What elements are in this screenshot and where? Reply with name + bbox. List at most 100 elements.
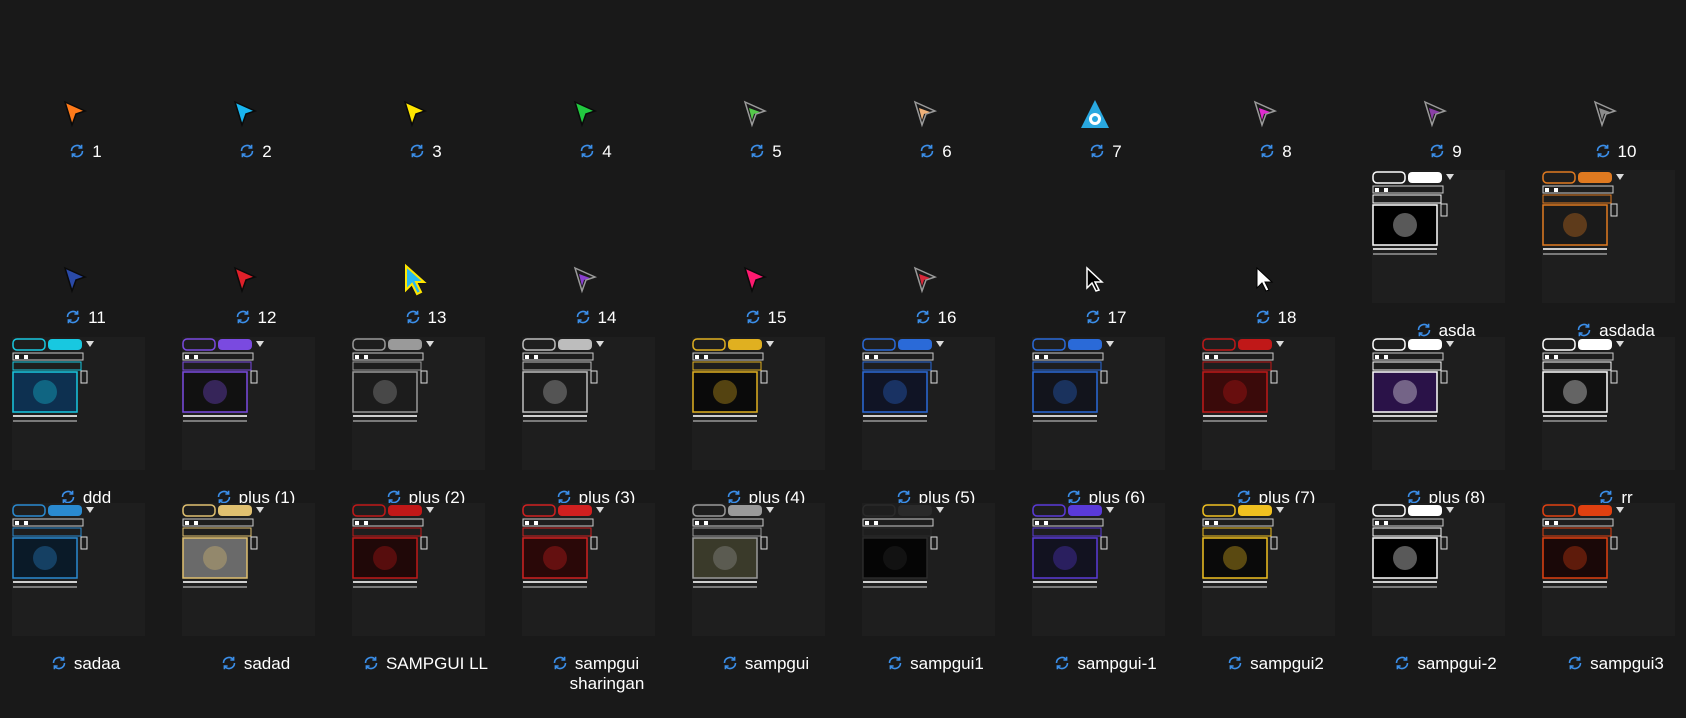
- thumbnail-frame: [352, 337, 485, 470]
- file-name-label: 5: [680, 142, 850, 162]
- file-name-label: sampgui1: [850, 654, 1020, 674]
- file-name-label: 13: [340, 308, 510, 328]
- file-name-label: sadaa: [0, 654, 170, 674]
- purple-theme-thumbnail: [182, 337, 315, 470]
- sync-pending-icon: [920, 144, 934, 158]
- file-name-label: sampgui: [680, 654, 850, 674]
- sync-pending-icon: [1396, 656, 1409, 670]
- yellow-pink-theme-thumbnail: [1202, 503, 1335, 636]
- blue-theme-thumbnail: [862, 337, 995, 470]
- file-name-label: SAMPGUI LL: [340, 654, 510, 674]
- sync-pending-icon: [364, 656, 378, 670]
- sharingan-theme-thumbnail: [522, 503, 655, 636]
- thumbnail-frame: [1542, 337, 1675, 470]
- punisher-theme-thumbnail: [1542, 337, 1675, 470]
- file-name-label: 17: [1020, 308, 1190, 328]
- thumbnail-frame: [12, 503, 145, 636]
- file-name-label: 4: [510, 142, 680, 162]
- file-name-label: 15: [680, 308, 850, 328]
- thumbnail-frame: [1372, 503, 1505, 636]
- thumbnail-frame: [522, 503, 655, 636]
- sync-pending-icon: [1228, 656, 1242, 670]
- silver-theme-thumbnail: [522, 337, 655, 470]
- file-name-label: 12: [170, 308, 340, 328]
- eye-of-sauron-thumbnail: [1372, 170, 1505, 303]
- white-arrow-cursor-icon: [1256, 266, 1274, 292]
- sync-pending-icon: [750, 144, 764, 158]
- file-name-label: 14: [510, 308, 680, 328]
- thumbnail-frame: [862, 503, 995, 636]
- sync-pending-icon: [746, 310, 759, 324]
- magenta-outline-arrow-cursor-icon: [1253, 100, 1278, 128]
- purple-blue-theme-thumbnail: [1032, 503, 1165, 636]
- sync-pending-icon: [1256, 310, 1269, 324]
- file-name-label: 8: [1190, 142, 1360, 162]
- yellow-arrow-cursor-icon: [403, 100, 428, 128]
- sync-pending-icon: [723, 656, 737, 670]
- black-car-theme-thumbnail: [862, 503, 995, 636]
- red-arrow-cursor-icon: [233, 266, 258, 294]
- pink-arrow-cursor-icon: [743, 266, 768, 294]
- navy-arrow-cursor-icon: [63, 266, 88, 294]
- thumbnail-frame: [1202, 337, 1335, 470]
- sync-pending-icon: [1090, 144, 1104, 158]
- file-name-label: sampgui3: [1530, 654, 1686, 674]
- green-arrow-cursor-icon: [573, 100, 598, 128]
- file-name-label: 11: [0, 308, 170, 328]
- blue-triangle-cursor-icon: [1081, 100, 1109, 128]
- sync-pending-icon: [1260, 144, 1274, 158]
- skull-theme-thumbnail: [1202, 337, 1335, 470]
- gray-outline-arrow-cursor-icon: [1593, 100, 1618, 128]
- thumbnail-frame: [692, 337, 825, 470]
- mono-white-theme-thumbnail: [1372, 503, 1505, 636]
- sync-pending-icon: [1056, 656, 1069, 670]
- thumbnail-frame: [12, 337, 145, 470]
- gold-theme-thumbnail: [182, 503, 315, 636]
- file-grid: 1 2 3 4 5 6 7 8 9 10 11 12 13 14 15 16 1…: [0, 0, 1686, 718]
- file-name-label: sampgui-1: [1020, 654, 1190, 674]
- sync-pending-icon: [1086, 310, 1099, 324]
- black-arrow-cursor-icon: [1086, 266, 1104, 292]
- thumbnail-frame: [182, 337, 315, 470]
- purple-red-outline-arrow-cursor-icon: [1423, 100, 1448, 128]
- sync-pending-icon: [1430, 144, 1444, 158]
- sync-pending-icon: [916, 310, 929, 324]
- thumbnail-frame: [862, 337, 995, 470]
- file-name-label: sadad: [170, 654, 340, 674]
- file-name-label: 16: [850, 308, 1020, 328]
- green-outline-arrow-cursor-icon: [743, 100, 768, 128]
- file-name-label: 1: [0, 142, 170, 162]
- thumbnail-frame: [692, 503, 825, 636]
- thumbnail-frame: [1542, 170, 1675, 303]
- cyan-arrow-cursor-icon: [233, 100, 258, 128]
- file-name-label: 2: [170, 142, 340, 162]
- sync-pending-icon: [222, 656, 236, 670]
- thumbnail-frame: [1032, 337, 1165, 470]
- file-name-label: 9: [1360, 142, 1530, 162]
- sync-pending-icon: [1568, 656, 1582, 670]
- sync-pending-icon: [240, 144, 254, 158]
- troll-face-theme-thumbnail: [692, 503, 825, 636]
- thumbnail-frame: [1372, 337, 1505, 470]
- red-ll-theme-thumbnail: [352, 503, 485, 636]
- sync-pending-icon: [410, 144, 424, 158]
- purple-outline-arrow-cursor-icon: [573, 266, 598, 294]
- sync-pending-icon: [1596, 144, 1609, 158]
- orange-arrow-cursor-icon: [63, 100, 88, 128]
- gray-theme-thumbnail: [352, 337, 485, 470]
- file-name-label: 7: [1020, 142, 1190, 162]
- file-name-label: 10: [1530, 142, 1686, 162]
- cyan-smoke-thumbnail: [12, 337, 145, 470]
- file-name-label: 18: [1190, 308, 1360, 328]
- thumbnail-frame: [1202, 503, 1335, 636]
- file-name-label: sampgui2: [1190, 654, 1360, 674]
- sync-pending-icon: [576, 310, 589, 324]
- thumbnail-frame: [1032, 503, 1165, 636]
- sync-pending-icon: [553, 656, 567, 670]
- thumbnail-frame: [352, 503, 485, 636]
- blue-dark-theme-thumbnail: [1032, 337, 1165, 470]
- sync-pending-icon: [888, 656, 902, 670]
- thumbnail-frame: [182, 503, 315, 636]
- purple-fighter-thumbnail: [1372, 337, 1505, 470]
- sync-pending-icon: [236, 310, 249, 324]
